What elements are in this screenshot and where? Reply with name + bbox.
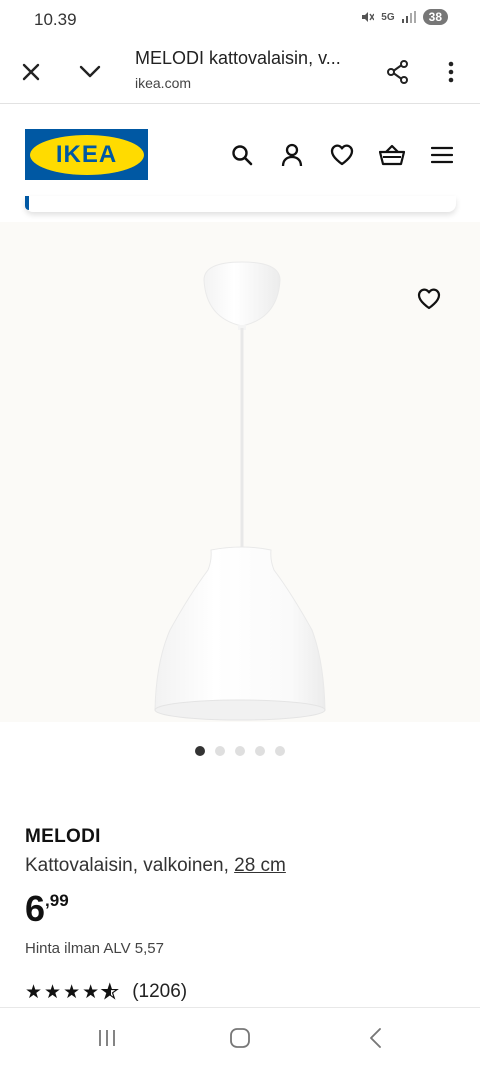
home-icon[interactable] xyxy=(226,1024,254,1052)
logo-text: IKEA xyxy=(55,140,118,168)
price-integer: 6 xyxy=(25,888,46,929)
menu-icon[interactable] xyxy=(428,141,456,169)
carousel-dot[interactable] xyxy=(255,746,265,756)
close-icon[interactable] xyxy=(17,58,45,86)
product-size-link[interactable]: 28 cm xyxy=(234,855,286,876)
price-decimal: ,99 xyxy=(45,891,69,910)
carousel-dot[interactable] xyxy=(215,746,225,756)
basket-icon[interactable] xyxy=(378,141,406,169)
product-image-gallery[interactable] xyxy=(0,222,480,722)
product-image xyxy=(154,261,326,721)
battery-indicator: 38 xyxy=(422,9,448,25)
status-time: 10.39 xyxy=(34,10,77,29)
page-url: ikea.com xyxy=(135,75,192,91)
signal-icon xyxy=(401,11,416,23)
recent-apps-icon[interactable] xyxy=(93,1024,121,1052)
price-excl-vat: Hinta ilman ALV 5,57 xyxy=(25,940,164,957)
carousel-dot[interactable] xyxy=(235,746,245,756)
system-navigation-bar xyxy=(0,1007,480,1067)
carousel-indicator xyxy=(195,746,285,756)
carousel-dot[interactable] xyxy=(275,746,285,756)
network-type: 5G xyxy=(381,11,395,23)
search-icon[interactable] xyxy=(228,141,256,169)
more-options-icon[interactable] xyxy=(437,58,465,86)
status-bar: 10.39 5G 38 xyxy=(0,0,480,40)
product-description: Kattovalaisin, valkoinen, 28 cm xyxy=(25,855,286,877)
star-icon: ★ xyxy=(44,981,62,1003)
ikea-logo[interactable]: IKEA xyxy=(25,129,148,180)
heart-icon[interactable] xyxy=(328,141,356,169)
site-header: IKEA xyxy=(0,105,480,205)
carousel-dot[interactable] xyxy=(195,746,205,756)
product-price: 6,99 xyxy=(25,888,69,930)
mute-icon xyxy=(362,12,375,22)
star-icon: ★ xyxy=(63,981,81,1003)
share-icon[interactable] xyxy=(384,58,412,86)
half-star-icon: ★ ★ xyxy=(101,981,119,1003)
status-icons: 5G 38 xyxy=(360,9,448,25)
browser-bar: MELODI kattovalaisin, v... ikea.com xyxy=(0,40,480,104)
rating-count: (1206) xyxy=(132,981,188,1002)
logo-ellipse: IKEA xyxy=(29,134,144,175)
product-rating[interactable]: ★ ★ ★ ★ ★ ★ (1206) xyxy=(25,981,187,1003)
page-title: MELODI kattovalaisin, v... xyxy=(135,48,341,68)
product-description-text: Kattovalaisin, valkoinen, xyxy=(25,855,235,876)
star-icon: ★ xyxy=(25,981,43,1003)
search-bar-edge[interactable] xyxy=(25,196,456,212)
back-icon[interactable] xyxy=(361,1024,389,1052)
star-icon: ★ xyxy=(82,981,100,1003)
search-bar-accent xyxy=(25,196,29,210)
chevron-down-icon[interactable] xyxy=(76,58,104,86)
wishlist-heart-icon[interactable] xyxy=(417,288,443,314)
product-name: MELODI xyxy=(25,826,101,847)
account-icon[interactable] xyxy=(278,141,306,169)
